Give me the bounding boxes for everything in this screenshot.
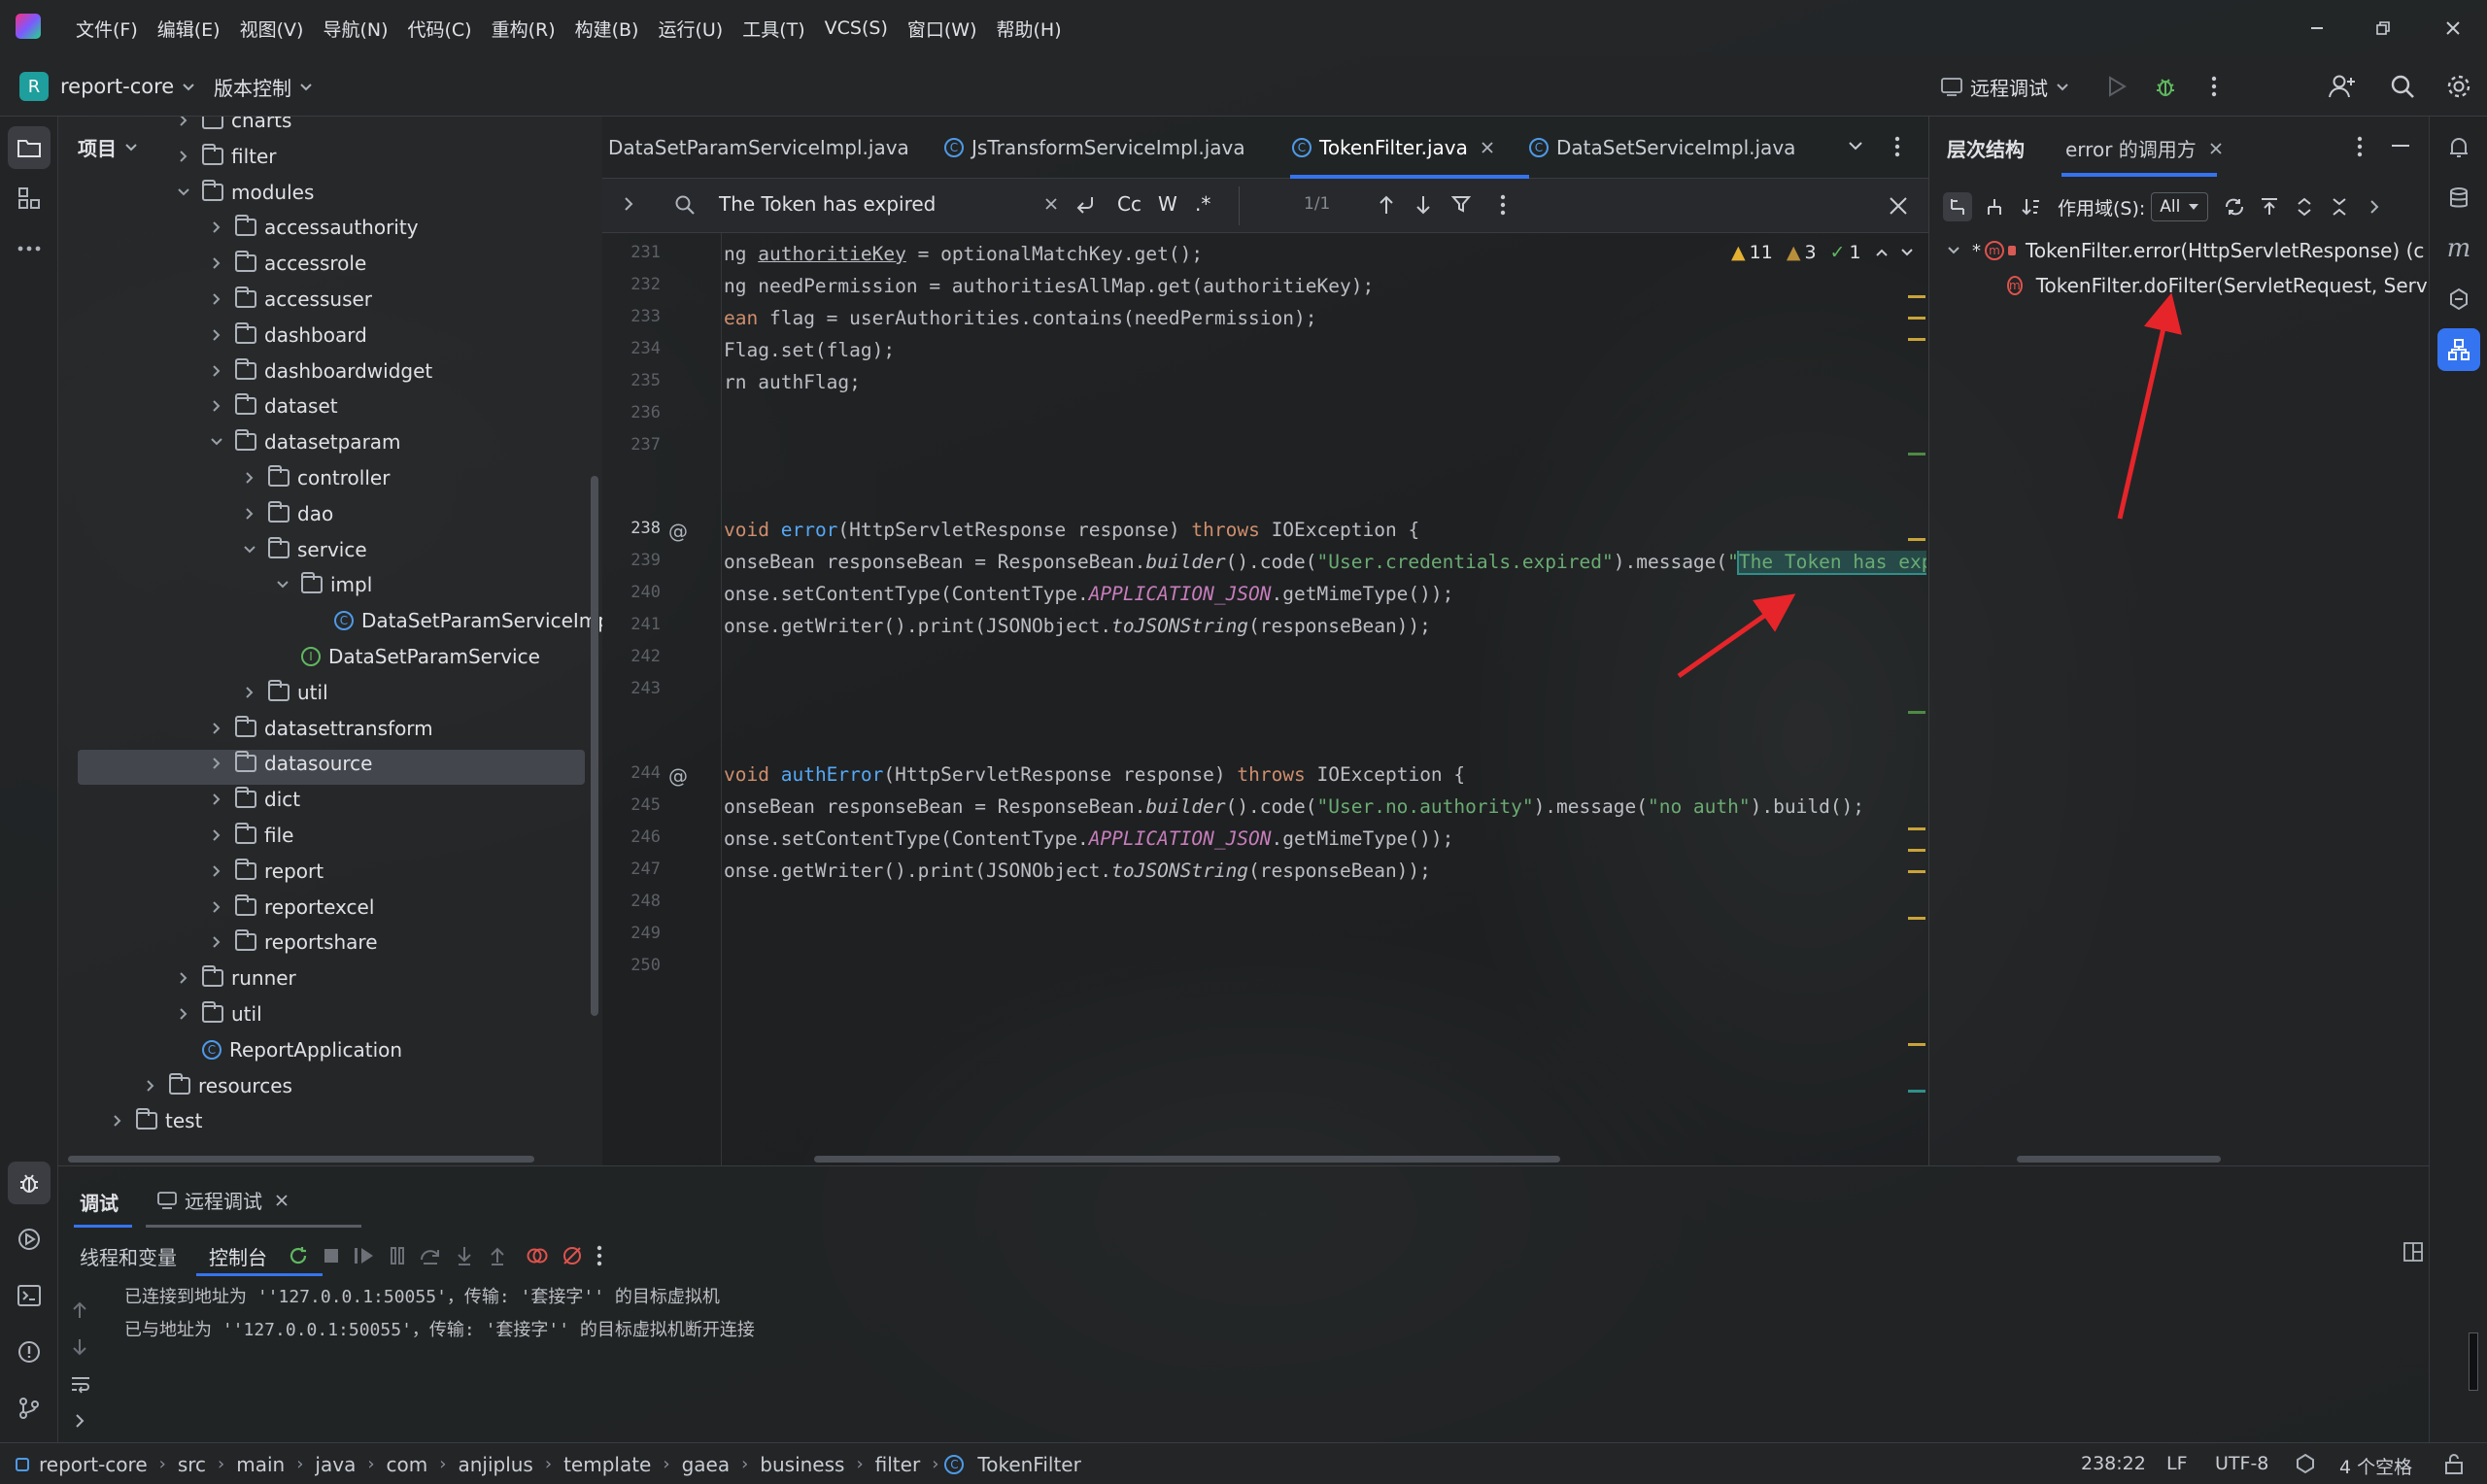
red-arrow: [2117, 292, 2182, 520]
red-arrow: [1677, 593, 1796, 679]
annotation-arrows: [1677, 292, 2182, 679]
